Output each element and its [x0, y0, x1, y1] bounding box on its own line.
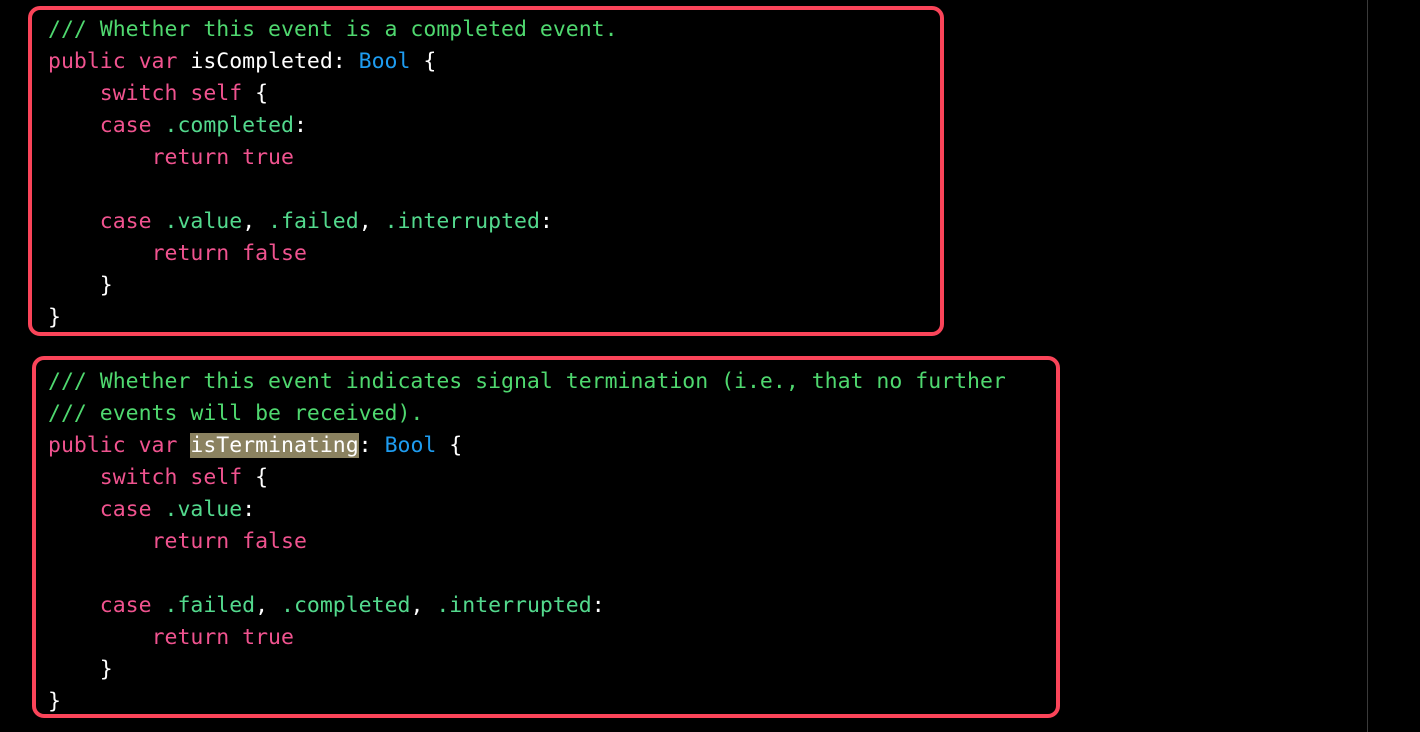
is-terminating-token	[48, 593, 100, 618]
is-completed-token: public var	[48, 49, 191, 74]
is-completed-line-7: case .value, .failed, .interrupted:	[48, 206, 1420, 238]
is-terminating-token	[48, 497, 100, 522]
is-completed-token: case	[99, 209, 152, 234]
is-terminating-token: switch self	[99, 465, 243, 490]
is-terminating-token: {	[242, 465, 269, 490]
is-completed-token: }	[48, 305, 61, 330]
is-terminating-token: isTerminating	[190, 433, 359, 458]
is-completed-token: switch self	[99, 81, 243, 106]
is-terminating-token: .value	[164, 497, 243, 522]
is-completed-line-10: }	[48, 302, 1420, 334]
is-completed-line-3: switch self {	[48, 78, 1420, 110]
is-terminating-line-5: case .value:	[48, 494, 1420, 526]
is-terminating-line-11: }	[48, 686, 1420, 718]
is-completed-token	[48, 113, 100, 138]
is-terminating-token: /// Whether this event indicates signal …	[48, 369, 1006, 394]
is-terminating-token: ,	[255, 593, 282, 618]
is-terminating-line-6: return false	[48, 526, 1420, 558]
is-terminating-line-4: switch self {	[48, 462, 1420, 494]
is-terminating-token: .interrupted	[436, 593, 592, 618]
is-completed-line-5: return true	[48, 142, 1420, 174]
is-completed-token: Bool	[358, 49, 411, 74]
is-completed-token	[48, 209, 100, 234]
is-completed-token: ,	[358, 209, 385, 234]
is-completed-token: /// Whether this event is a completed ev…	[48, 17, 618, 42]
is-completed-token: return false	[151, 241, 307, 266]
code-editor[interactable]: /// Whether this event is a completed ev…	[0, 0, 1420, 732]
is-terminating-token: :	[358, 433, 385, 458]
is-completed-token: .value	[164, 209, 243, 234]
is-terminating-token: .failed	[164, 593, 256, 618]
is-completed-token: :	[293, 113, 307, 138]
is-terminating-token	[152, 593, 165, 618]
is-completed-token: return true	[151, 145, 294, 170]
is-terminating-token: {	[436, 433, 463, 458]
is-completed-line-1: /// Whether this event is a completed ev…	[48, 14, 1420, 46]
is-completed-token: :	[539, 209, 553, 234]
code-block-is-completed[interactable]: /// Whether this event is a completed ev…	[48, 14, 1420, 334]
is-completed-token: ,	[242, 209, 269, 234]
is-terminating-token: :	[242, 497, 256, 522]
is-terminating-token: ,	[410, 593, 437, 618]
is-completed-token: {	[410, 49, 437, 74]
minimap-divider-line	[1367, 0, 1368, 732]
is-completed-token	[152, 209, 165, 234]
is-terminating-token	[48, 625, 152, 650]
is-completed-token	[48, 81, 100, 106]
is-terminating-token: public var	[48, 433, 191, 458]
is-terminating-line-1: /// Whether this event indicates signal …	[48, 366, 1420, 398]
is-completed-token: .failed	[268, 209, 359, 234]
is-terminating-line-9: return true	[48, 622, 1420, 654]
is-completed-token: isCompleted	[190, 49, 333, 74]
is-completed-line-8: return false	[48, 238, 1420, 270]
code-block-is-terminating[interactable]: /// Whether this event indicates signal …	[48, 366, 1420, 718]
is-terminating-token: :	[591, 593, 605, 618]
is-completed-token	[48, 241, 152, 266]
is-completed-token	[152, 113, 165, 138]
is-terminating-token: case	[99, 497, 152, 522]
is-completed-line-4: case .completed:	[48, 110, 1420, 142]
is-completed-token: :	[332, 49, 359, 74]
is-terminating-line-3: public var isTerminating: Bool {	[48, 430, 1420, 462]
is-terminating-token: case	[99, 593, 152, 618]
is-terminating-line-7	[48, 558, 1420, 590]
is-terminating-token: .completed	[281, 593, 411, 618]
is-completed-line-2: public var isCompleted: Bool {	[48, 46, 1420, 78]
is-terminating-token	[48, 465, 100, 490]
is-terminating-token: Bool	[384, 433, 437, 458]
is-completed-token: .completed	[164, 113, 294, 138]
is-terminating-line-10: }	[48, 654, 1420, 686]
is-terminating-token	[152, 497, 165, 522]
is-terminating-token: return true	[151, 625, 294, 650]
is-terminating-line-2: /// events will be received).	[48, 398, 1420, 430]
is-terminating-line-8: case .failed, .completed, .interrupted:	[48, 590, 1420, 622]
is-completed-line-9: }	[48, 270, 1420, 302]
is-completed-token: case	[99, 113, 152, 138]
is-completed-token	[48, 145, 152, 170]
is-completed-token: }	[48, 273, 113, 298]
is-completed-line-6	[48, 174, 1420, 206]
is-terminating-token: return false	[151, 529, 307, 554]
is-terminating-token: }	[48, 657, 113, 682]
is-terminating-token: /// events will be received).	[48, 401, 424, 426]
is-completed-token: .interrupted	[384, 209, 540, 234]
is-completed-token: {	[242, 81, 269, 106]
is-terminating-token: }	[48, 689, 61, 714]
is-terminating-token	[48, 529, 152, 554]
